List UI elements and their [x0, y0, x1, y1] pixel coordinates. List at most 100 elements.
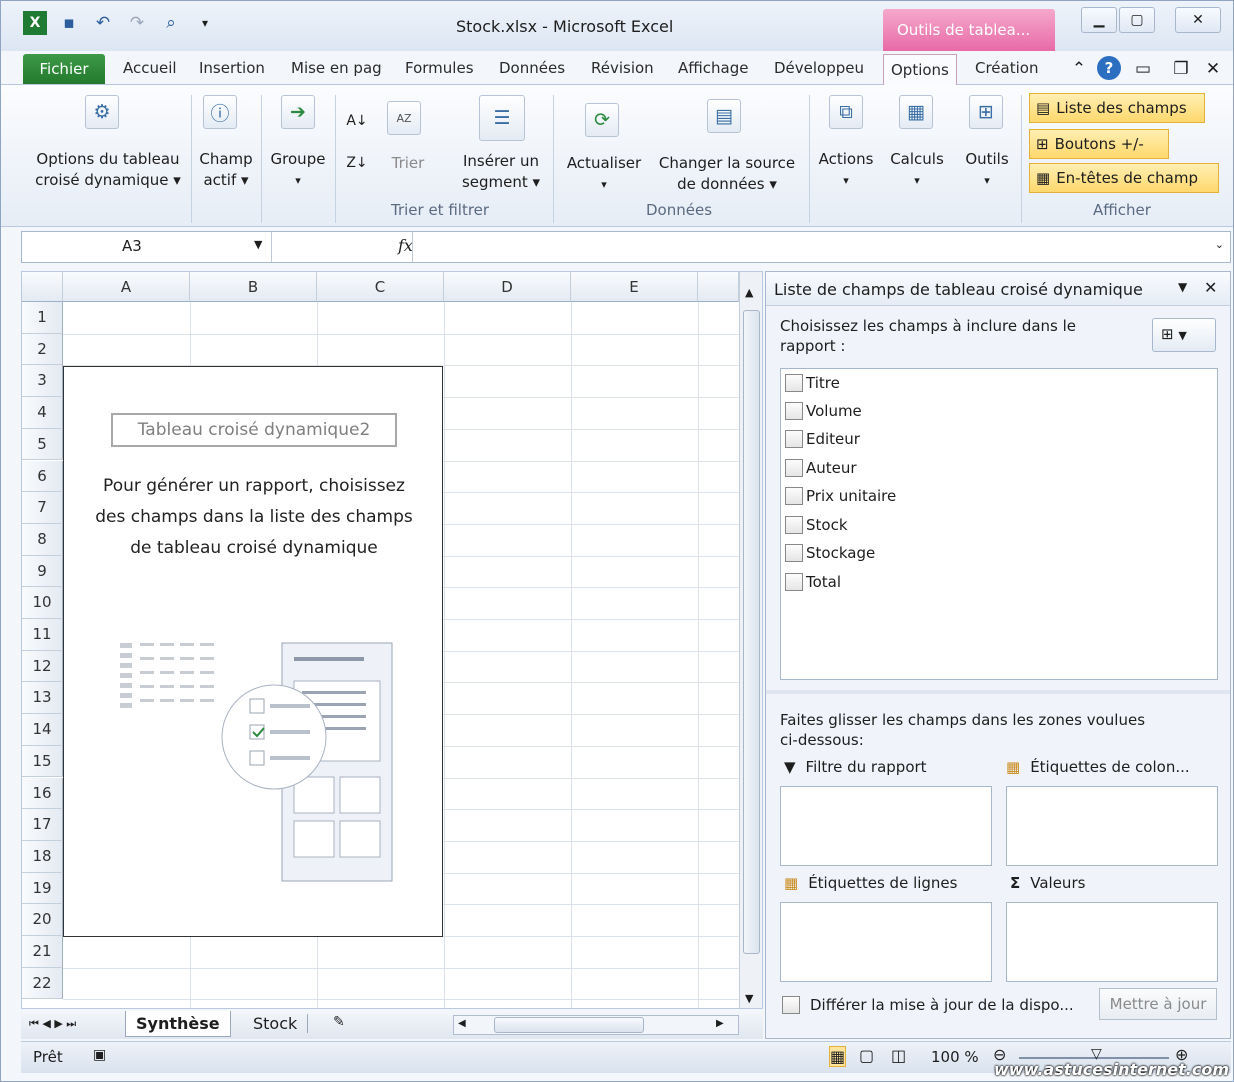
field-item-stock[interactable]: Stock: [785, 513, 848, 537]
tab-insert[interactable]: Insertion: [199, 59, 265, 77]
sort-az-icon[interactable]: A↓: [345, 109, 369, 133]
field-checkbox[interactable]: [785, 573, 803, 591]
normal-view-icon[interactable]: ▦: [829, 1046, 847, 1067]
sheet-tab-synthese[interactable]: Synthèse: [125, 1011, 231, 1037]
slicer-icon[interactable]: ☰: [479, 95, 525, 141]
row-header[interactable]: 4: [22, 397, 63, 429]
report-filter-zone[interactable]: [780, 786, 992, 866]
field-checkbox[interactable]: [785, 374, 803, 392]
function-icon[interactable]: fx: [398, 236, 413, 255]
insert-slicer-button[interactable]: Insérer un segment ▾: [451, 151, 551, 193]
field-checkbox[interactable]: [785, 487, 803, 505]
row-header[interactable]: 5: [22, 428, 63, 461]
page-layout-view-icon[interactable]: ▢: [859, 1046, 874, 1065]
column-header[interactable]: A: [63, 272, 190, 302]
refresh-icon[interactable]: ⟳: [585, 103, 619, 137]
update-button[interactable]: Mettre à jour: [1099, 988, 1217, 1020]
field-headers-toggle[interactable]: ▦ En-têtes de champ: [1029, 163, 1219, 193]
select-all-corner[interactable]: [22, 272, 63, 302]
active-field-icon[interactable]: ⓘ: [203, 95, 237, 129]
scroll-left-icon[interactable]: ◀: [458, 1018, 466, 1029]
row-header[interactable]: 20: [22, 904, 63, 936]
redo-icon[interactable]: ↷: [125, 11, 149, 35]
horizontal-scrollbar[interactable]: ◀ ▶: [453, 1015, 739, 1035]
change-source-button[interactable]: Changer la source de données ▾: [651, 153, 803, 195]
tools-icon[interactable]: ⊞: [969, 95, 1003, 129]
tab-developer[interactable]: Développeu: [774, 59, 864, 77]
pane-splitter[interactable]: [766, 690, 1230, 694]
macro-record-icon[interactable]: ▣: [93, 1047, 106, 1063]
tab-home[interactable]: Accueil: [123, 59, 177, 77]
field-item-stockage[interactable]: Stockage: [785, 541, 875, 565]
restore-workbook-icon[interactable]: ❐: [1169, 57, 1193, 81]
pivot-options-icon[interactable]: ⚙: [85, 95, 119, 129]
maximize-button[interactable]: ▢: [1119, 7, 1155, 33]
close-button[interactable]: ✕: [1175, 7, 1221, 33]
worksheet-grid[interactable]: A B C D E 1 2 3 4 5 6 7 8 9 10 11 12 13 14 15 16 17 18 19 2…: [21, 271, 763, 1009]
tab-file[interactable]: Fichier: [23, 54, 105, 84]
tab-formulas[interactable]: Formules: [405, 59, 474, 77]
column-header[interactable]: C: [317, 272, 444, 302]
scroll-right-icon[interactable]: ▶: [716, 1018, 724, 1029]
row-header[interactable]: 2: [22, 333, 63, 366]
tab-review[interactable]: Révision: [591, 59, 654, 77]
row-header[interactable]: 21: [22, 936, 63, 968]
calculations-icon[interactable]: ▦: [899, 95, 933, 129]
row-header[interactable]: 13: [22, 682, 63, 715]
pane-options-icon[interactable]: ▼: [1178, 280, 1187, 294]
scroll-down-icon[interactable]: ▼: [745, 992, 753, 1005]
values-zone[interactable]: [1006, 902, 1218, 982]
active-field-button[interactable]: Champ actif ▾: [193, 149, 259, 191]
tab-options[interactable]: Options: [883, 54, 957, 86]
undo-icon[interactable]: ↶: [91, 11, 115, 35]
row-header[interactable]: 10: [22, 587, 63, 619]
row-header[interactable]: 15: [22, 745, 63, 778]
actions-button[interactable]: Actions ▾: [813, 149, 879, 191]
sheet-tab-stock[interactable]: Stock: [243, 1014, 309, 1033]
customize-toolbar-icon[interactable]: ▾: [193, 11, 217, 35]
change-source-icon[interactable]: ▤: [707, 99, 741, 133]
column-header[interactable]: D: [444, 272, 571, 302]
row-header[interactable]: 9: [22, 555, 63, 588]
zoom-level[interactable]: 100 %: [931, 1048, 979, 1066]
field-list-toggle[interactable]: ▤ Liste des champs: [1029, 93, 1205, 123]
vertical-scrollbar[interactable]: ▲ ▼: [739, 272, 762, 1008]
print-preview-icon[interactable]: ⌕: [159, 11, 183, 35]
defer-update-checkbox[interactable]: [782, 996, 800, 1014]
row-header[interactable]: 16: [22, 777, 63, 810]
row-header[interactable]: 6: [22, 460, 63, 493]
row-header[interactable]: 18: [22, 840, 63, 873]
close-workbook-icon[interactable]: ✕: [1201, 57, 1225, 81]
group-icon[interactable]: ➔: [281, 95, 315, 129]
scroll-up-icon[interactable]: ▲: [745, 286, 753, 299]
chevron-down-icon[interactable]: ▼: [254, 238, 262, 251]
row-header[interactable]: 12: [22, 650, 63, 683]
field-item-auteur[interactable]: Auteur: [785, 456, 857, 480]
pivot-table-placeholder[interactable]: Tableau croisé dynamique2 Pour générer u…: [63, 366, 443, 937]
field-item-titre[interactable]: Titre: [785, 371, 840, 395]
sort-button[interactable]: Trier: [381, 153, 435, 174]
calculations-button[interactable]: Calculs ▾: [883, 149, 951, 191]
field-item-prix-unitaire[interactable]: Prix unitaire: [785, 484, 896, 508]
minimize-button[interactable]: ▁: [1081, 7, 1117, 33]
row-header[interactable]: 1: [22, 302, 63, 334]
sort-dialog-icon[interactable]: AZ: [387, 101, 421, 135]
row-header[interactable]: 22: [22, 967, 63, 1000]
formula-input[interactable]: [412, 232, 1204, 262]
close-pane-icon[interactable]: ✕: [1204, 278, 1217, 297]
field-item-editeur[interactable]: Editeur: [785, 427, 860, 451]
field-checkbox[interactable]: [785, 459, 803, 477]
refresh-button[interactable]: Actualiser ▾: [561, 153, 647, 195]
name-box[interactable]: A3 ▼: [22, 232, 272, 262]
row-header[interactable]: 8: [22, 523, 63, 556]
tab-data[interactable]: Données: [499, 59, 565, 77]
tab-page-layout[interactable]: Mise en pag: [291, 59, 382, 77]
column-header-partial[interactable]: [698, 272, 739, 302]
pivot-options-button[interactable]: Options du tableau croisé dynamique ▾: [27, 149, 189, 191]
buttons-toggle[interactable]: ⊞ Boutons +/-: [1029, 129, 1169, 159]
row-labels-zone[interactable]: [780, 902, 992, 982]
layout-options-button[interactable]: ⊞ ▼: [1152, 318, 1216, 352]
column-labels-zone[interactable]: [1006, 786, 1218, 866]
defer-update-option[interactable]: Différer la mise à jour de la dispo...: [782, 996, 1074, 1014]
column-header[interactable]: E: [571, 272, 698, 302]
